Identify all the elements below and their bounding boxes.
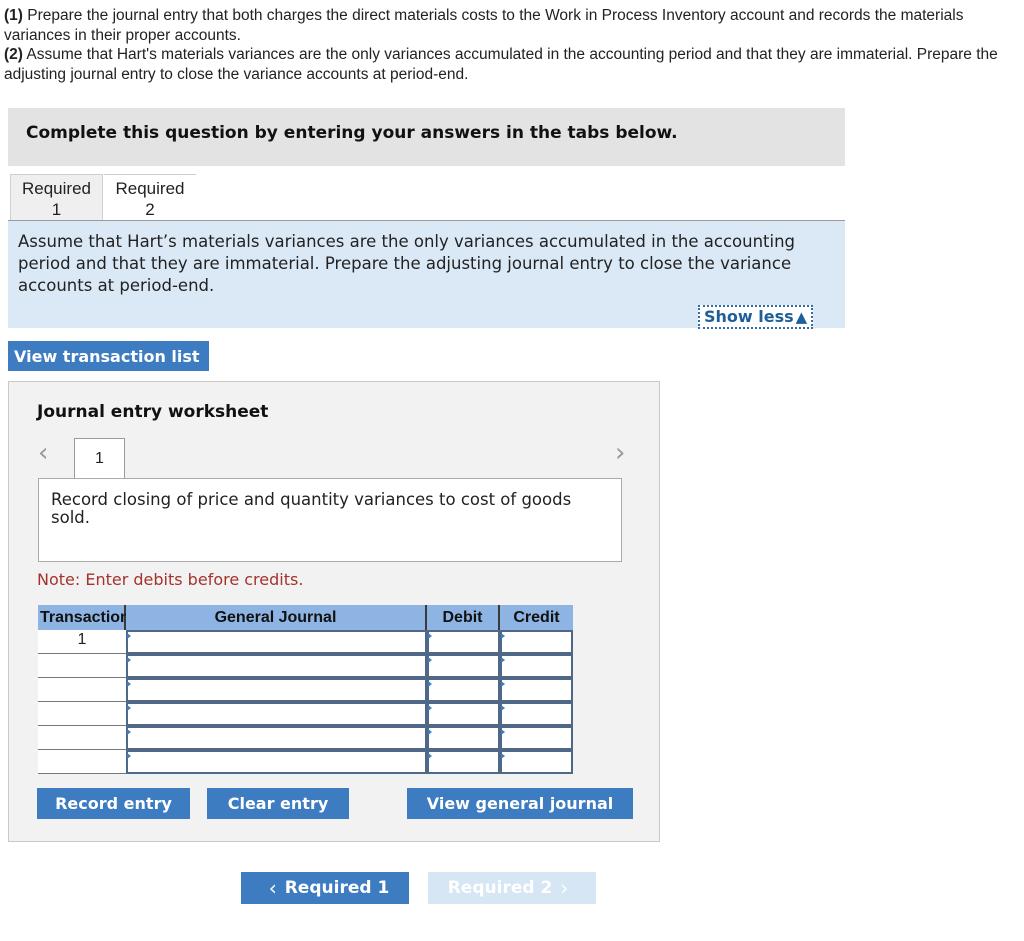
debit-input[interactable]	[427, 702, 500, 726]
intro-part-1: (1) Prepare the journal entry that both …	[4, 6, 1004, 45]
entry-description: Record closing of price and quantity var…	[38, 478, 622, 562]
column-header-credit: Credit	[500, 605, 573, 630]
tab-number: 1	[51, 200, 62, 219]
part-1-label: (1)	[4, 7, 23, 24]
record-entry-button[interactable]: Record entry	[37, 788, 190, 819]
table-row: 1	[38, 630, 573, 654]
credit-input[interactable]	[500, 726, 573, 750]
table-row	[38, 750, 573, 774]
view-general-journal-button[interactable]: View general journal	[407, 788, 633, 819]
table-row	[38, 654, 573, 678]
entry-page-tab[interactable]: 1	[74, 438, 125, 478]
debit-input[interactable]	[427, 726, 500, 750]
debit-input[interactable]	[427, 654, 500, 678]
instruction-bar: Complete this question by entering your …	[8, 108, 845, 166]
transaction-number	[38, 726, 126, 750]
transaction-number	[38, 678, 126, 702]
part-2-label: (2)	[4, 46, 23, 63]
tab-required-2[interactable]: Required 2	[104, 174, 196, 221]
intro-part-2: (2) Assume that Hart's materials varianc…	[4, 45, 1004, 84]
question-text: Assume that Hart’s materials variances a…	[18, 232, 796, 295]
credit-input[interactable]	[500, 750, 573, 774]
table-header: Transaction General Journal Debit Credit	[38, 605, 573, 630]
transaction-number	[38, 654, 126, 678]
previous-required-button[interactable]: ‹ Required 1	[241, 872, 409, 904]
prev-label: Required 1	[284, 878, 390, 898]
view-transaction-list-button[interactable]: View transaction list	[8, 341, 209, 371]
transaction-number	[38, 750, 126, 774]
account-select[interactable]	[126, 750, 427, 774]
transaction-number: 1	[38, 630, 126, 654]
part-2-text: Assume that Hart's materials variances a…	[4, 46, 998, 83]
table-row	[38, 678, 573, 702]
column-header-transaction: Transaction	[38, 605, 130, 630]
account-select[interactable]	[126, 654, 427, 678]
column-header-debit: Debit	[427, 605, 500, 630]
account-select[interactable]	[126, 630, 427, 654]
column-header-general-journal: General Journal	[126, 605, 427, 630]
problem-intro: (1) Prepare the journal entry that both …	[4, 6, 1004, 84]
chevron-right-icon[interactable]: ›	[615, 440, 625, 466]
chevron-right-icon: ›	[560, 876, 569, 900]
credit-input[interactable]	[500, 702, 573, 726]
chevron-left-icon[interactable]: ‹	[38, 440, 48, 466]
account-select[interactable]	[126, 678, 427, 702]
show-less-label: Show less	[704, 307, 794, 326]
tab-label: Required	[115, 179, 185, 198]
debit-input[interactable]	[427, 750, 500, 774]
triangle-up-icon: ▲	[795, 308, 808, 326]
tab-required-1[interactable]: Required 1	[10, 174, 103, 221]
tab-label: Required	[22, 179, 91, 198]
debit-input[interactable]	[427, 630, 500, 654]
credit-input[interactable]	[500, 630, 573, 654]
account-select[interactable]	[126, 702, 427, 726]
note-text: Note: Enter debits before credits.	[37, 570, 304, 589]
table-row	[38, 726, 573, 750]
part-1-text: Prepare the journal entry that both char…	[4, 7, 964, 44]
transaction-number	[38, 702, 126, 726]
next-required-button: Required 2 ›	[428, 872, 596, 904]
worksheet-title: Journal entry worksheet	[37, 402, 269, 422]
credit-input[interactable]	[500, 654, 573, 678]
debit-input[interactable]	[427, 678, 500, 702]
credit-input[interactable]	[500, 678, 573, 702]
table-row	[38, 702, 573, 726]
next-label: Required 2	[447, 878, 553, 898]
tab-number: 2	[145, 200, 155, 219]
clear-entry-button[interactable]: Clear entry	[207, 788, 349, 819]
chevron-left-icon: ‹	[268, 876, 277, 900]
account-select[interactable]	[126, 726, 427, 750]
general-journal-table: Transaction General Journal Debit Credit…	[38, 605, 573, 774]
show-less-button[interactable]: Show less ▲	[698, 305, 814, 329]
journal-entry-worksheet: Journal entry worksheet ‹ 1 › Record clo…	[8, 381, 660, 842]
